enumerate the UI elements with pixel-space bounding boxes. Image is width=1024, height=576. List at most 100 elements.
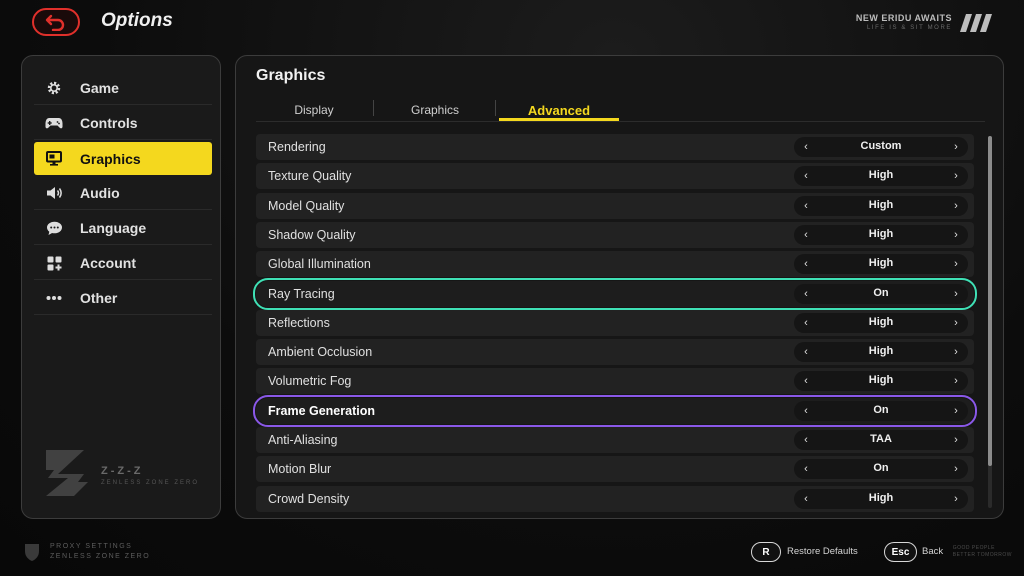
- chevron-right-icon[interactable]: ›: [948, 315, 964, 331]
- sidebar-item-controls[interactable]: Controls: [34, 107, 212, 140]
- sidebar-item-game[interactable]: Game: [34, 72, 212, 105]
- sidebar-item-other[interactable]: Other: [34, 282, 212, 315]
- setting-row-reflections[interactable]: Reflections ‹ High ›: [256, 309, 974, 336]
- chevron-right-icon[interactable]: ›: [948, 461, 964, 477]
- value-selector: ‹ High ›: [794, 195, 968, 216]
- sidebar-item-label: Game: [80, 80, 119, 96]
- chevron-right-icon[interactable]: ›: [948, 344, 964, 360]
- chevron-right-icon[interactable]: ›: [948, 168, 964, 184]
- setting-row-frame-generation[interactable]: Frame Generation ‹ On ›: [253, 394, 977, 427]
- value-selector: ‹ High ›: [794, 342, 968, 363]
- value-selector: ‹ TAA ›: [794, 430, 968, 450]
- scrollbar-thumb[interactable]: [988, 136, 992, 466]
- setting-value: High: [868, 315, 894, 328]
- chevron-left-icon[interactable]: ‹: [798, 286, 814, 302]
- chevron-right-icon[interactable]: ›: [948, 491, 964, 507]
- setting-label: Shadow Quality: [268, 227, 356, 242]
- chevron-left-icon[interactable]: ‹: [798, 344, 814, 360]
- chevron-right-icon[interactable]: ›: [948, 139, 964, 155]
- chevron-right-icon[interactable]: ›: [948, 432, 964, 448]
- setting-value: On: [873, 403, 889, 416]
- setting-value: Custom: [860, 140, 902, 152]
- tab-graphics[interactable]: Graphics: [396, 98, 474, 122]
- setting-row-motion-blur[interactable]: Motion Blur ‹ On ›: [256, 456, 974, 483]
- tab-display[interactable]: Display: [276, 98, 352, 122]
- chevron-right-icon[interactable]: ›: [948, 227, 964, 243]
- chevron-left-icon[interactable]: ‹: [798, 227, 814, 243]
- back-label[interactable]: Back: [922, 546, 943, 557]
- footer-brand-line2: ZENLESS ZONE ZERO: [50, 553, 151, 560]
- chevron-right-icon[interactable]: ›: [948, 403, 964, 419]
- setting-label: Texture Quality: [268, 169, 352, 184]
- setting-row-anti-aliasing[interactable]: Anti-Aliasing ‹ TAA ›: [256, 427, 974, 453]
- setting-row-shadow-quality[interactable]: Shadow Quality ‹ High ›: [256, 221, 974, 248]
- chevron-right-icon[interactable]: ›: [948, 286, 964, 302]
- brand-subtitle: LIFE IS & SIT MORE: [866, 25, 952, 31]
- chevron-left-icon[interactable]: ‹: [798, 491, 814, 507]
- sidebar-item-account[interactable]: Account: [34, 247, 212, 280]
- setting-label: Ambient Occlusion: [268, 345, 373, 360]
- footer-mark-line1: GOOD PEOPLE: [952, 545, 995, 551]
- chevron-left-icon[interactable]: ‹: [798, 256, 814, 272]
- setting-row-rendering[interactable]: Rendering ‹ Custom ›: [256, 134, 974, 160]
- chevron-left-icon[interactable]: ‹: [798, 168, 814, 184]
- setting-row-global-illumination[interactable]: Global Illumination ‹ High ›: [256, 251, 974, 278]
- sidebar-item-audio[interactable]: Audio: [34, 177, 212, 210]
- chevron-left-icon[interactable]: ‹: [798, 461, 814, 477]
- settings-scrollbar[interactable]: [988, 136, 992, 508]
- setting-row-texture-quality[interactable]: Texture Quality ‹ High ›: [256, 163, 974, 190]
- settings-panel: Graphics Display Graphics Advanced Rende…: [235, 55, 1004, 519]
- back-key[interactable]: Esc: [884, 542, 917, 562]
- header: Options NEW ERIDU AWAITS LIFE IS & SIT M…: [0, 0, 1024, 45]
- value-selector: ‹ High ›: [794, 224, 968, 245]
- setting-row-ray-tracing[interactable]: Ray Tracing ‹ On ›: [253, 277, 977, 310]
- chevron-right-icon[interactable]: ›: [948, 373, 964, 389]
- setting-value: On: [873, 462, 889, 475]
- chevron-left-icon[interactable]: ‹: [798, 198, 814, 214]
- chevron-left-icon[interactable]: ‹: [798, 432, 814, 448]
- sidebar-item-label: Controls: [80, 115, 138, 131]
- stripes-logo-icon: [960, 14, 992, 32]
- restore-defaults-label[interactable]: Restore Defaults: [787, 546, 858, 557]
- footer-mark: GOOD PEOPLE BETTER TOMORROW: [953, 545, 1012, 559]
- sidebar-item-graphics[interactable]: Graphics: [34, 142, 212, 175]
- gamepad-icon: [44, 116, 64, 130]
- setting-label: Volumetric Fog: [268, 374, 352, 389]
- value-selector: ‹ High ›: [794, 254, 968, 275]
- setting-row-ambient-occlusion[interactable]: Ambient Occlusion ‹ High ›: [256, 339, 974, 366]
- tab-separator: [495, 100, 496, 116]
- value-selector: ‹ High ›: [794, 488, 968, 509]
- setting-label: Global Illumination: [268, 257, 371, 272]
- footer: PROXY SETTINGS ZENLESS ZONE ZERO R Resto…: [0, 528, 1024, 576]
- chevron-right-icon[interactable]: ›: [948, 198, 964, 214]
- sidebar-item-language[interactable]: Language: [34, 212, 212, 245]
- brand-title: NEW ERIDU AWAITS: [855, 13, 952, 23]
- setting-row-model-quality[interactable]: Model Quality ‹ High ›: [256, 192, 974, 219]
- chevron-left-icon[interactable]: ‹: [798, 315, 814, 331]
- restore-defaults-key[interactable]: R: [751, 542, 781, 562]
- chevron-right-icon[interactable]: ›: [948, 256, 964, 272]
- back-button[interactable]: [32, 8, 80, 36]
- dots-icon: [44, 295, 64, 301]
- sidebar-item-label: Graphics: [80, 150, 141, 167]
- setting-row-crowd-density[interactable]: Crowd Density ‹ High ›: [256, 485, 974, 512]
- chevron-left-icon[interactable]: ‹: [798, 403, 814, 419]
- chat-bubble-icon: [44, 221, 64, 236]
- setting-value: High: [868, 198, 894, 211]
- options-screen: Options NEW ERIDU AWAITS LIFE IS & SIT M…: [0, 0, 1024, 576]
- value-selector: ‹ On ›: [794, 459, 968, 480]
- gear-icon: [44, 80, 64, 96]
- footer-brand-line1: PROXY SETTINGS: [50, 543, 133, 550]
- page-title: Options: [101, 10, 173, 31]
- speaker-icon: [44, 186, 64, 200]
- sidebar-item-label: Language: [80, 220, 147, 236]
- value-selector: ‹ High ›: [794, 166, 968, 187]
- chevron-left-icon[interactable]: ‹: [798, 139, 814, 155]
- setting-value: High: [868, 169, 894, 182]
- setting-row-volumetric-fog[interactable]: Volumetric Fog ‹ High ›: [256, 368, 974, 395]
- value-selector: ‹ High ›: [794, 371, 968, 392]
- setting-value: On: [873, 286, 889, 299]
- setting-label: Anti-Aliasing: [268, 433, 338, 447]
- value-selector: ‹ Custom ›: [794, 137, 968, 157]
- chevron-left-icon[interactable]: ‹: [798, 373, 814, 389]
